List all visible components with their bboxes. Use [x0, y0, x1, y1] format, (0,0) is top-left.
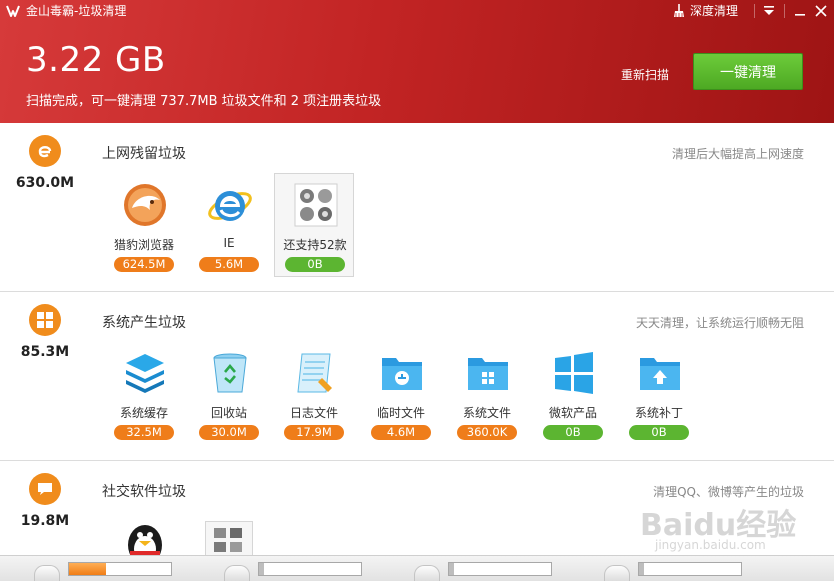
item-more-browsers[interactable]: 还支持52款 0B: [274, 173, 354, 277]
close-icon[interactable]: [812, 2, 830, 20]
minimize-icon[interactable]: [791, 2, 809, 20]
bottom-progress-bar: [0, 555, 834, 581]
recycle-bin-icon: [213, 353, 247, 393]
header: 金山毒霸-垃圾清理 深度清理 3.22 GB 扫描完成，可一键清理 737.7M…: [0, 0, 834, 123]
deep-clean-button[interactable]: 深度清理: [672, 2, 738, 19]
item-microsoft-products[interactable]: 微软产品 0B: [533, 342, 613, 446]
item-ie[interactable]: IE 5.6M: [189, 174, 269, 278]
scan-status-text: 扫描完成，可一键清理 737.7MB 垃圾文件和 2 项注册表垃圾: [26, 94, 382, 109]
title-separator: [784, 4, 785, 18]
microsoft-icon: [555, 352, 593, 394]
patch-folder-icon: [640, 358, 680, 390]
item-size-badge: 30.0M: [199, 425, 259, 440]
item-size-badge: 360.0K: [457, 425, 517, 440]
broom-icon: [674, 3, 684, 17]
title-separator: [754, 4, 755, 18]
windows-icon: [29, 304, 61, 336]
item-label: 回收站: [210, 406, 247, 420]
item-label: 系统文件: [462, 406, 511, 420]
section-tip: 清理QQ、微博等产生的垃圾: [653, 485, 804, 499]
section-size: 85.3M: [20, 344, 70, 360]
item-temp-files[interactable]: 临时文件 4.6M: [361, 342, 441, 446]
item-label: IE: [223, 236, 235, 250]
qq-penguin-icon: [128, 525, 162, 555]
section-size: 630.0M: [15, 175, 75, 191]
item-system-patches[interactable]: 系统补丁 0B: [619, 342, 699, 446]
item-label: 微软产品: [548, 406, 597, 420]
item-label: 系统缓存: [119, 406, 168, 420]
log-file-icon: [297, 353, 332, 393]
menu-dropdown-icon[interactable]: [760, 2, 778, 20]
section-tip: 天天清理，让系统运行顺畅无阻: [635, 316, 804, 330]
item-log-files[interactable]: 日志文件 17.9M: [274, 342, 354, 446]
item-size-badge: 0B: [285, 257, 345, 272]
item-label: 系统补丁: [634, 406, 683, 420]
watermark-url: jingyan.baidu.com: [655, 538, 766, 552]
progress-handle: [34, 565, 60, 581]
kingsoft-logo-icon: [6, 5, 20, 17]
total-junk-size: 3.22 GB: [26, 40, 166, 80]
app-window: 金山毒霸-垃圾清理 深度清理 3.22 GB 扫描完成，可一键清理 737.7M…: [0, 0, 834, 581]
item-more-social[interactable]: [205, 521, 253, 555]
social-grid-icon: [214, 528, 242, 552]
rescan-link[interactable]: 重新扫描: [621, 66, 669, 83]
ie-icon: [208, 191, 252, 221]
section-size: 19.8M: [20, 513, 70, 529]
item-qq[interactable]: [104, 517, 184, 555]
window-title: 金山毒霸-垃圾清理: [26, 4, 127, 18]
cheetah-browser-icon: [124, 184, 166, 226]
temp-folder-icon: [382, 358, 422, 390]
section-title: 系统产生垃圾: [102, 315, 186, 331]
item-size-badge: 4.6M: [371, 425, 431, 440]
item-size-badge: 5.6M: [199, 257, 259, 272]
item-system-files[interactable]: 系统文件 360.0K: [447, 342, 527, 446]
section-web-junk: 630.0M 上网残留垃圾 清理后大幅提高上网速度 猎豹浏览器 624.5M I…: [0, 123, 834, 291]
progress-slot: [448, 562, 552, 576]
section-title: 社交软件垃圾: [102, 484, 186, 500]
item-size-badge: 624.5M: [114, 257, 174, 272]
progress-fill: [449, 563, 455, 575]
progress-handle: [224, 565, 250, 581]
section-title: 上网残留垃圾: [102, 146, 186, 162]
progress-fill: [259, 563, 265, 575]
progress-slot: [258, 562, 362, 576]
item-label: 日志文件: [289, 406, 338, 420]
title-bar: 金山毒霸-垃圾清理 深度清理: [0, 0, 834, 22]
chat-icon: [29, 473, 61, 505]
progress-fill: [639, 563, 645, 575]
item-label: 还支持52款: [283, 238, 347, 252]
one-click-clean-button[interactable]: 一键清理: [693, 53, 803, 90]
progress-fill: [69, 563, 106, 575]
browser-grid-icon: [294, 183, 338, 227]
progress-handle: [604, 565, 630, 581]
item-cheetah-browser[interactable]: 猎豹浏览器 624.5M: [104, 174, 184, 278]
item-size-badge: 32.5M: [114, 425, 174, 440]
ie-e-icon: [29, 135, 61, 167]
item-size-badge: 17.9M: [284, 425, 344, 440]
deep-clean-label: 深度清理: [690, 4, 739, 18]
system-folder-icon: [468, 358, 508, 390]
progress-slot: [68, 562, 172, 576]
section-tip: 清理后大幅提高上网速度: [671, 147, 804, 161]
progress-handle: [414, 565, 440, 581]
section-system-junk: 85.3M 系统产生垃圾 天天清理，让系统运行顺畅无阻 系统缓存 32.5M 回…: [0, 292, 834, 460]
item-system-cache[interactable]: 系统缓存 32.5M: [104, 342, 184, 446]
progress-slot: [638, 562, 742, 576]
item-size-badge: 0B: [543, 425, 603, 440]
item-label: 临时文件: [376, 406, 425, 420]
item-label: 猎豹浏览器: [113, 238, 174, 252]
item-recycle-bin[interactable]: 回收站 30.0M: [189, 342, 269, 446]
item-size-badge: 0B: [629, 425, 689, 440]
layers-icon: [126, 354, 164, 393]
